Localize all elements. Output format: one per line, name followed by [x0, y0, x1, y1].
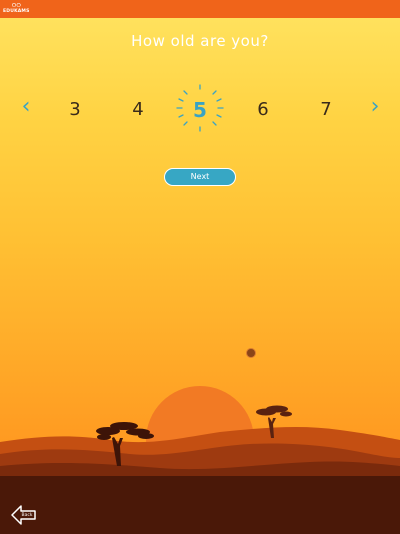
age-option-4[interactable]: 4	[123, 98, 153, 122]
age-option-7[interactable]: 7	[311, 98, 341, 122]
question-title: How old are you?	[131, 32, 269, 50]
next-button[interactable]: Next	[164, 168, 236, 186]
owl-icon: ഠഠ	[11, 1, 21, 9]
age-option-3[interactable]: 3	[60, 98, 90, 122]
age-option-6[interactable]: 6	[248, 98, 278, 122]
logo-text: EDUKAMS	[3, 9, 30, 14]
savanna-landscape	[0, 386, 400, 534]
top-bar: ഠഠ EDUKAMS	[0, 0, 400, 18]
chevron-left-icon[interactable]: ‹	[16, 96, 36, 118]
age-option-5-selected[interactable]: 5	[185, 98, 215, 122]
app-logo: ഠഠ EDUKAMS	[3, 1, 29, 17]
decorative-dot	[246, 348, 256, 358]
back-button-label[interactable]: Back	[20, 513, 34, 519]
chevron-right-icon[interactable]: ›	[365, 96, 385, 118]
